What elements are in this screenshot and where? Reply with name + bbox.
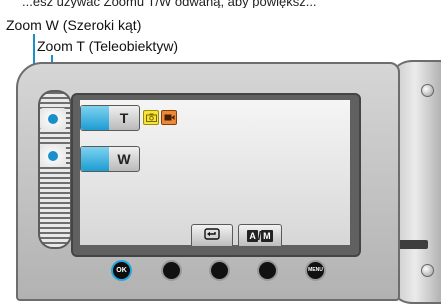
menu-label: MENU: [308, 267, 323, 273]
w-button-accent: [81, 147, 109, 171]
menu-button[interactable]: MENU: [305, 260, 326, 281]
t-button-accent: [81, 106, 109, 130]
photo-mode-icon: [143, 110, 159, 125]
w-button-label: W: [117, 151, 131, 167]
zoom-w-dot: [48, 151, 58, 161]
hinge-screw-bottom: [421, 264, 434, 277]
ok-button[interactable]: OK: [111, 260, 132, 281]
hardware-button-3[interactable]: [209, 260, 230, 281]
zoom-t-dot: [48, 114, 58, 124]
cropped-caption: ...esz używać Zoomu T/W odwaną, aby powi…: [22, 0, 317, 8]
return-icon: [204, 228, 220, 243]
manual-label: M: [261, 229, 273, 242]
zoom-t-button[interactable]: T: [80, 105, 140, 131]
t-button-label: T: [119, 110, 129, 126]
ok-label: OK: [116, 267, 127, 274]
hardware-button-4[interactable]: [257, 260, 278, 281]
video-mode-icon: [161, 110, 177, 125]
return-tab[interactable]: [191, 224, 233, 246]
hardware-button-2[interactable]: [161, 260, 182, 281]
zoom-t-callout: Zoom T (Teleobiektyw): [37, 38, 179, 54]
hinge-slot: [398, 240, 428, 249]
auto-manual-tab[interactable]: A / M: [238, 224, 282, 246]
zoom-w-position[interactable]: [40, 145, 66, 167]
zoom-t-position[interactable]: [40, 108, 66, 130]
zoom-w-callout: Zoom W (Szeroki kąt): [6, 17, 142, 33]
zoom-w-button[interactable]: W: [80, 146, 140, 172]
auto-label: A: [247, 229, 258, 242]
hinge-screw-top: [421, 84, 434, 97]
